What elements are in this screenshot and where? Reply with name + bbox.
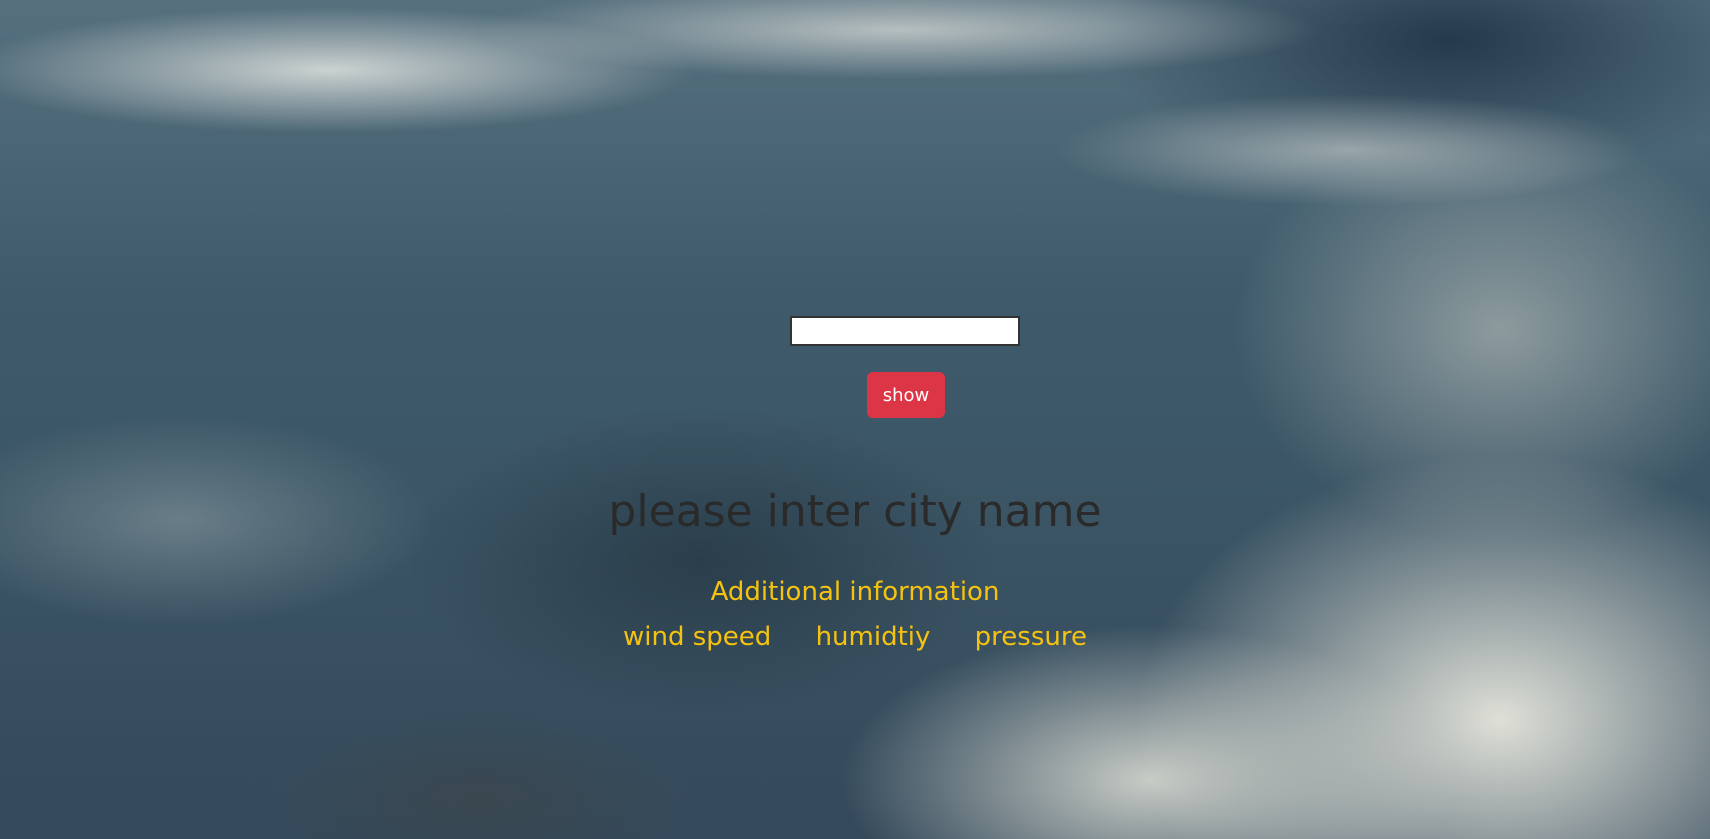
city-name-heading: please inter city name xyxy=(608,486,1102,537)
city-search-input[interactable] xyxy=(790,316,1020,346)
weather-info-row: wind speed humidtiy pressure xyxy=(0,619,1710,655)
weather-app: show please inter city name Additional i… xyxy=(0,0,1710,839)
additional-info-heading: Additional information xyxy=(710,577,1000,607)
wind-speed-label: wind speed xyxy=(623,622,772,652)
pressure-label: pressure xyxy=(974,622,1087,652)
humidity-label: humidtiy xyxy=(815,622,931,652)
show-button[interactable]: show xyxy=(867,372,945,418)
